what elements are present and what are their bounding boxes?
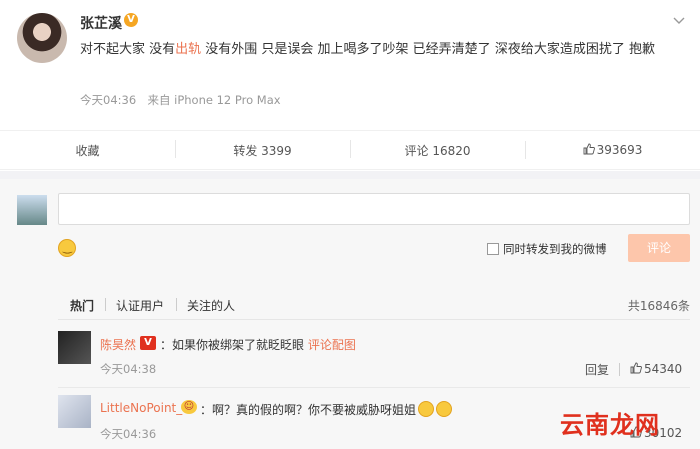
repost-button[interactable]: 转发 3399 (175, 139, 350, 159)
comment-button[interactable]: 评论 16820 (350, 139, 525, 159)
tab-following[interactable]: 关注的人 (187, 297, 235, 314)
favorite-label: 收藏 (75, 143, 100, 158)
crying-emoji-icon (436, 401, 453, 417)
author-avatar[interactable] (17, 13, 67, 63)
section-gap (0, 171, 700, 179)
comment-text-wrap: ：如果你被绑架了就眨眨眼 评论配图 (160, 336, 356, 353)
commenter-avatar[interactable] (58, 331, 91, 364)
post-action-bar: 收藏 转发 3399 评论 16820 393693 (0, 130, 700, 170)
comment-time: 今天04:38 (100, 362, 157, 376)
thumbs-up-icon (583, 143, 595, 155)
comment-label: 评论 16820 (404, 143, 471, 158)
reply-button[interactable]: 回复 (585, 361, 609, 378)
comment-input[interactable] (58, 193, 690, 225)
watermark-logo: 云南龙网 (560, 411, 660, 439)
post-text-1: 对不起大家 没有 (80, 42, 176, 57)
post-meta: 今天04:36 来自 iPhone 12 Pro Max (80, 92, 281, 108)
like-count: 393693 (596, 143, 643, 157)
repost-checkbox[interactable] (487, 243, 499, 255)
crying-emoji-icon (418, 401, 435, 417)
tab-hot[interactable]: 热门 (70, 297, 94, 314)
current-user-avatar (17, 195, 47, 225)
comment-like-count: 54340 (644, 362, 683, 376)
comment-filter-tabs: 热门 认证用户 关注的人 共16846条 (0, 289, 700, 317)
verified-badge-icon: V (124, 13, 138, 27)
favorite-button[interactable]: 收藏 (0, 142, 175, 159)
commenter-name[interactable]: LittleNoPoint_ (100, 401, 182, 415)
tab-verified-users[interactable]: 认证用户 (116, 297, 164, 314)
commenter-avatar[interactable] (58, 395, 91, 428)
post-time[interactable]: 今天04:36 (80, 93, 136, 107)
comment-time: 今天04:36 (100, 427, 157, 441)
comment-like-button[interactable]: 54340 (630, 362, 682, 376)
member-badge-icon: ☺ (181, 400, 197, 414)
tab-divider (176, 298, 177, 311)
repost-label: 转发 3399 (233, 143, 292, 158)
weibo-post: 张芷溪 V 对不起大家 没有出轨 没有外围 只是误会 加上喝多了吵架 已经弄清楚… (0, 0, 700, 130)
post-content: 对不起大家 没有出轨 没有外围 只是误会 加上喝多了吵架 已经弄清楚了 深夜给大… (80, 38, 692, 61)
comment-image-link[interactable]: 评论配图 (308, 338, 356, 352)
comment-text: ：如果你被绑架了就眨眨眼 (160, 338, 305, 352)
author-name[interactable]: 张芷溪 (80, 13, 122, 33)
repost-checkbox-label[interactable]: 同时转发到我的微博 (503, 241, 607, 257)
tab-divider (105, 298, 106, 311)
tabs-divider (58, 319, 690, 320)
verified-badge-icon: V (140, 336, 156, 350)
comment-divider (58, 387, 690, 388)
comment-text: ：啊？真的假的啊？你不要被威胁呀姐姐 (200, 403, 417, 417)
commenter-name[interactable]: 陈昊然 (100, 336, 136, 353)
comment-text-wrap: ：啊？真的假的啊？你不要被威胁呀姐姐 (200, 401, 453, 418)
emoji-icon[interactable] (58, 239, 76, 257)
post-highlight-text: 出轨 (175, 42, 202, 57)
like-button[interactable]: 393693 (525, 141, 700, 159)
chevron-down-icon[interactable] (673, 14, 685, 28)
comment-total: 共16846条 (627, 299, 690, 313)
post-text-2: 没有外围 只是误会 加上喝多了吵架 已经弄清楚了 深夜给大家造成困扰了 抱歉 (201, 42, 655, 57)
action-divider (619, 363, 620, 376)
submit-comment-button[interactable]: 评论 (628, 234, 690, 262)
post-source: 来自 iPhone 12 Pro Max (147, 93, 281, 107)
thumbs-up-icon (630, 362, 642, 374)
